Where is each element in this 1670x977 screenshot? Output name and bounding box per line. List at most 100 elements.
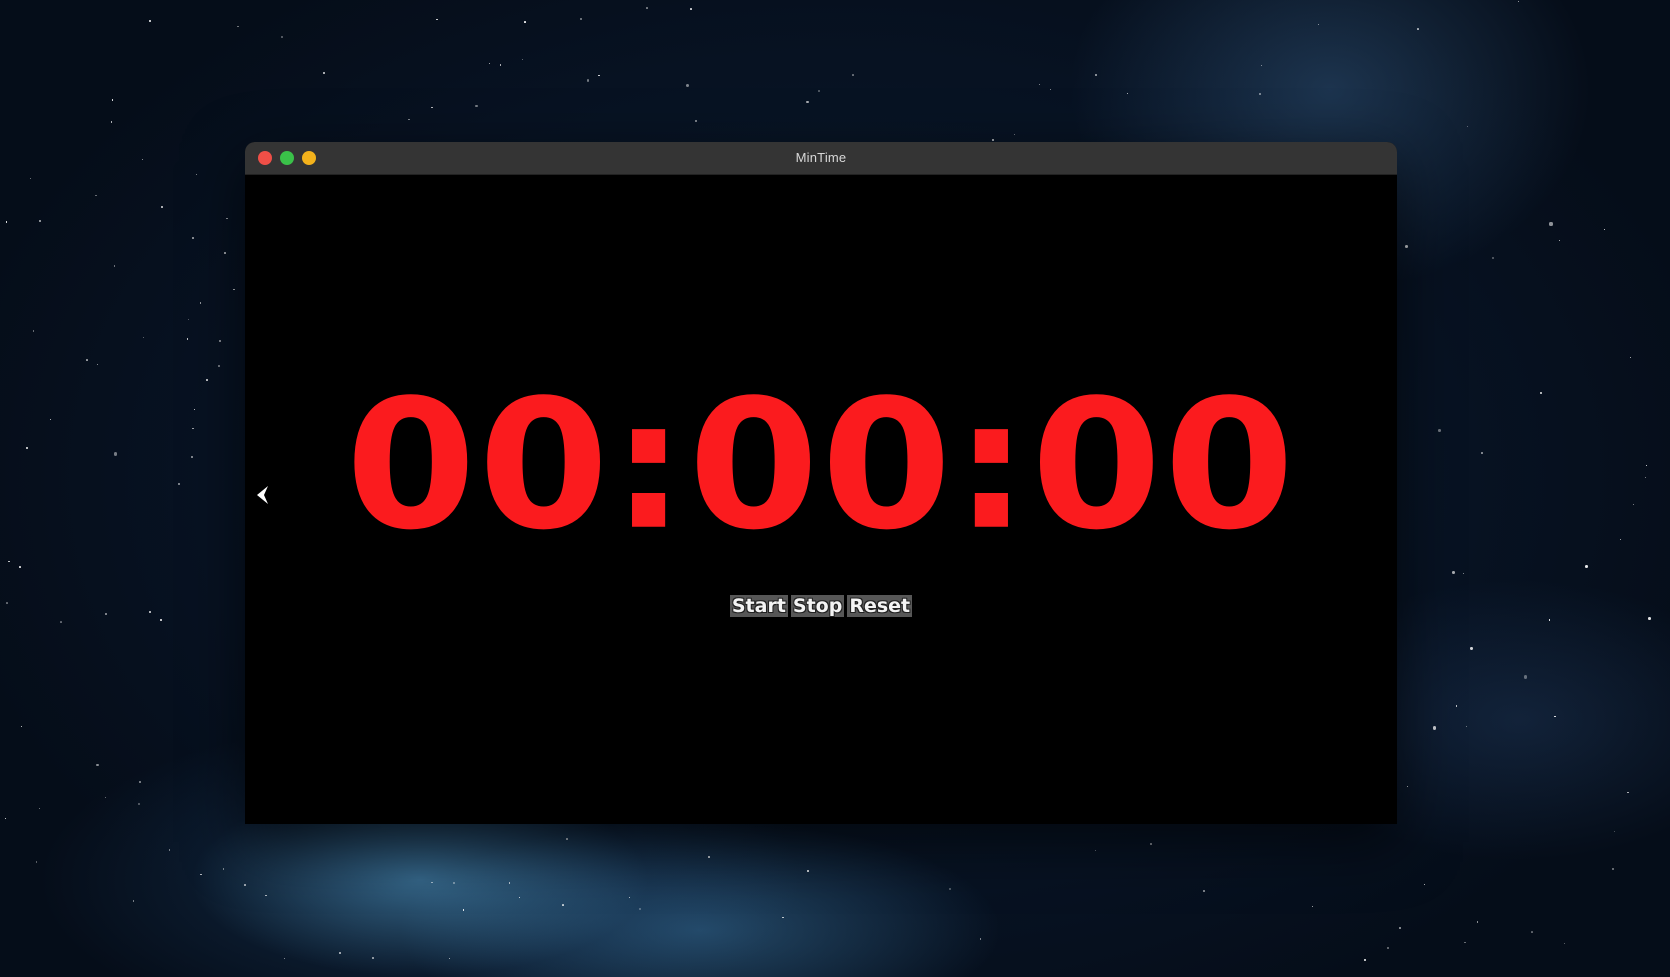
star [226, 217, 229, 220]
star [1465, 725, 1468, 728]
star [598, 75, 600, 77]
star [206, 379, 208, 381]
star [160, 206, 164, 209]
star [1629, 356, 1632, 359]
reset-button[interactable]: Reset [847, 595, 913, 617]
star [1432, 726, 1436, 730]
star [1150, 843, 1153, 846]
star [979, 937, 982, 940]
star [566, 838, 568, 840]
star [499, 64, 501, 66]
star [283, 958, 286, 960]
star [95, 195, 97, 197]
timer-display: 00:00:00 [345, 361, 1297, 570]
star [195, 174, 197, 176]
star [818, 90, 820, 93]
star [1452, 571, 1456, 574]
star [1455, 705, 1458, 707]
star [168, 849, 170, 851]
star [60, 621, 63, 623]
star [19, 566, 21, 568]
star [237, 25, 240, 28]
star [1407, 785, 1409, 787]
star [431, 106, 433, 109]
star [113, 264, 116, 267]
star [690, 8, 692, 10]
star [32, 330, 34, 332]
star [224, 252, 227, 254]
star [105, 797, 107, 799]
timer-controls: Start Stop Reset [245, 595, 1397, 617]
star [233, 288, 235, 290]
star [218, 365, 220, 368]
star [431, 881, 433, 884]
star [1038, 83, 1040, 85]
star [852, 74, 854, 76]
star [49, 419, 51, 421]
star [1126, 92, 1129, 95]
star [139, 780, 142, 783]
star [96, 763, 99, 767]
star [142, 336, 145, 339]
star [587, 79, 590, 82]
stop-button[interactable]: Stop [790, 595, 845, 617]
star [708, 856, 710, 858]
star [113, 452, 118, 456]
star [371, 957, 374, 960]
star [159, 619, 162, 622]
star [1470, 647, 1473, 650]
star [562, 904, 565, 907]
star [1531, 930, 1534, 933]
star [1539, 392, 1542, 395]
star [1312, 905, 1314, 908]
star [524, 20, 526, 23]
star [436, 18, 438, 21]
star [1476, 921, 1479, 924]
star [322, 72, 325, 75]
star [1417, 28, 1419, 30]
timer-content: 00:00:00 Start Stop Reset [245, 175, 1397, 824]
star [1094, 74, 1097, 77]
star [111, 99, 114, 101]
star [222, 868, 225, 870]
star [219, 340, 222, 343]
star [782, 916, 784, 919]
star [1648, 617, 1652, 621]
star [462, 909, 465, 911]
star [1614, 830, 1616, 832]
star [488, 62, 491, 65]
star [1466, 125, 1468, 127]
star [38, 807, 41, 810]
star [265, 894, 267, 896]
star [21, 725, 23, 727]
star [1438, 428, 1442, 432]
star [1517, 0, 1520, 3]
star [35, 861, 38, 864]
star [1481, 452, 1483, 454]
star [686, 83, 690, 87]
star [200, 873, 202, 876]
star [199, 301, 202, 304]
star [1604, 228, 1606, 230]
star [149, 20, 152, 23]
app-window: MinTime 00:00:00 Start Stop Reset [245, 142, 1397, 824]
star [1548, 619, 1551, 621]
star [408, 118, 410, 120]
star [1260, 64, 1263, 67]
star [1014, 133, 1016, 135]
star [646, 7, 648, 9]
star [5, 221, 8, 223]
star [149, 610, 152, 614]
star [629, 896, 631, 898]
star [1202, 890, 1205, 893]
star [695, 120, 697, 122]
star [1464, 941, 1466, 943]
star [132, 900, 134, 902]
start-button[interactable]: Start [729, 595, 788, 617]
star [518, 896, 521, 899]
star [1559, 240, 1561, 242]
star [1364, 959, 1366, 961]
star [86, 358, 88, 361]
star [1399, 927, 1401, 929]
star [1404, 245, 1408, 248]
